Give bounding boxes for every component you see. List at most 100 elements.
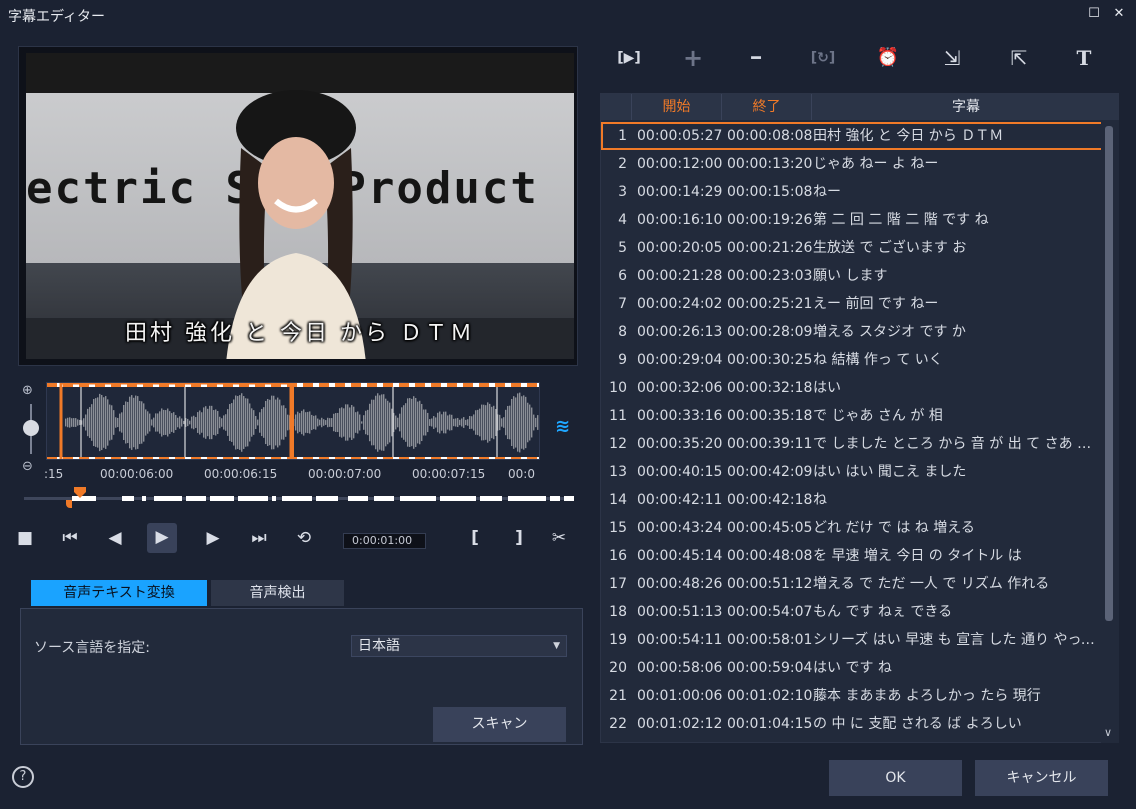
waveform-bar xyxy=(325,420,327,425)
export-subtitle-icon[interactable]: ⇱ xyxy=(1004,44,1034,72)
play-button[interactable]: ▶ xyxy=(147,523,177,553)
text-style-icon[interactable]: T xyxy=(1069,44,1099,72)
table-row[interactable]: 6 00:00:21:28 00:00:23:03 願い します xyxy=(601,262,1104,290)
column-header-end[interactable]: 終了 xyxy=(721,94,811,120)
table-scrollbar-thumb[interactable] xyxy=(1105,126,1113,621)
tab-voice-detection[interactable]: 音声検出 xyxy=(211,580,344,606)
zoom-out-icon[interactable]: ⊖ xyxy=(22,459,33,474)
play-subtitle-icon[interactable]: [▶] xyxy=(614,44,644,72)
close-icon[interactable]: ✕ xyxy=(1112,7,1126,21)
mark-out-button[interactable]: ] xyxy=(505,524,533,552)
table-row[interactable]: 1 00:00:05:27 00:00:08:08 田村 強化 と 今日 から ＤＴＭ xyxy=(601,122,1104,150)
time-sync-icon[interactable]: ⏰ xyxy=(873,44,903,72)
ok-button[interactable]: OK xyxy=(829,760,962,796)
zoom-slider-handle[interactable] xyxy=(23,420,39,436)
waveform-bar xyxy=(345,404,347,441)
row-start-time: 00:00:05:27 xyxy=(637,128,723,144)
timecode-field[interactable]: 0:00:01:00 xyxy=(343,533,426,549)
row-start-time: 00:00:29:04 xyxy=(637,352,723,368)
waveform-bar xyxy=(339,408,341,437)
table-row[interactable]: 13 00:00:40:15 00:00:42:09 はい はい 聞こえ ました xyxy=(601,458,1104,486)
table-row[interactable]: 15 00:00:43:24 00:00:45:05 どれ だけ で は ね 増える xyxy=(601,514,1104,542)
table-row[interactable]: 4 00:00:16:10 00:00:19:26 第 二 回 二 階 二 階 です … xyxy=(601,206,1104,234)
split-scissors-button[interactable]: ✂ xyxy=(545,524,573,552)
audio-waveform-icon[interactable]: ≋ xyxy=(555,416,570,437)
add-subtitle-icon[interactable]: + xyxy=(678,44,708,72)
waveform-bar xyxy=(153,417,155,428)
table-row[interactable]: 21 00:01:00:06 00:01:02:10 藤本 まあまあ よろしかっ たら… xyxy=(601,682,1104,710)
import-subtitle-icon[interactable]: ⇲ xyxy=(937,44,967,72)
table-row[interactable]: 8 00:00:26:13 00:00:28:09 増える スタジオ です か xyxy=(601,318,1104,346)
waveform-bar xyxy=(195,417,197,428)
preview-subtitle-caption: 田村 強化 と 今日 から ＤＴＭ xyxy=(125,321,475,346)
table-row[interactable]: 12 00:00:35:20 00:00:39:11 で しました ところ から 音 … xyxy=(601,430,1104,458)
timeline-tick-label: 00:00:06:00 xyxy=(100,467,174,481)
playhead-marker[interactable] xyxy=(72,487,88,499)
row-end-time: 00:00:35:18 xyxy=(727,408,813,424)
table-scrollbar[interactable]: ∨ xyxy=(1101,120,1119,743)
waveform-bar xyxy=(161,408,163,437)
scroll-down-icon[interactable]: ∨ xyxy=(1104,726,1112,739)
remove-subtitle-icon[interactable]: ━ xyxy=(741,44,771,72)
row-number: 5 xyxy=(618,240,627,256)
cancel-button[interactable]: キャンセル xyxy=(975,760,1108,796)
waveform-bar xyxy=(315,415,317,430)
row-start-time: 00:00:12:00 xyxy=(637,156,723,172)
waveform-bar xyxy=(347,404,349,441)
row-number: 3 xyxy=(618,184,627,200)
table-row[interactable]: 5 00:00:20:05 00:00:21:26 生放送 で ございます お xyxy=(601,234,1104,262)
waveform-bar xyxy=(271,395,273,450)
row-subtitle-text: はい はい 聞こえ ました xyxy=(813,464,967,480)
waveform-bar xyxy=(511,398,513,447)
waveform-bar xyxy=(269,399,271,446)
waveform-bar xyxy=(445,411,447,434)
row-subtitle-text: 増える スタジオ です か xyxy=(813,324,966,340)
maximize-icon[interactable]: ☐ xyxy=(1087,7,1101,21)
table-row[interactable]: 11 00:00:33:16 00:00:35:18 で じゃあ さん が 相 xyxy=(601,402,1104,430)
zoom-in-icon[interactable]: ⊕ xyxy=(22,383,33,398)
table-row[interactable]: 10 00:00:32:06 00:00:32:18 はい xyxy=(601,374,1104,402)
step-forward-button[interactable]: ▶ xyxy=(199,524,227,552)
waveform-bar xyxy=(427,412,429,433)
help-icon[interactable]: ? xyxy=(12,766,34,788)
audio-waveform[interactable] xyxy=(46,382,540,460)
step-back-button[interactable]: ◀ xyxy=(101,524,129,552)
row-end-time: 00:00:48:08 xyxy=(727,548,813,564)
tab-speech-to-text[interactable]: 音声テキスト変換 xyxy=(31,580,207,606)
row-subtitle-text: えー 前回 です ねー xyxy=(813,296,939,312)
scan-button[interactable]: スキャン xyxy=(433,707,566,742)
waveform-bar xyxy=(443,411,445,434)
repeat-button[interactable]: ⟲ xyxy=(290,524,318,552)
table-row[interactable]: 14 00:00:42:11 00:00:42:18 ね xyxy=(601,486,1104,514)
waveform-bar xyxy=(99,393,101,452)
go-to-end-button[interactable]: ⏭ xyxy=(245,524,273,552)
go-to-start-button[interactable]: ⏮ xyxy=(56,524,84,552)
table-row[interactable]: 3 00:00:14:29 00:00:15:08 ねー xyxy=(601,178,1104,206)
table-row[interactable]: 7 00:00:24:02 00:00:25:21 えー 前回 です ねー xyxy=(601,290,1104,318)
waveform-bar xyxy=(95,398,97,447)
waveform-bar xyxy=(355,412,357,433)
table-row[interactable]: 16 00:00:45:14 00:00:48:08 を 早速 増え 今日 の タイト… xyxy=(601,542,1104,570)
stop-button[interactable]: ■ xyxy=(11,524,39,552)
mark-in-button[interactable]: [ xyxy=(461,524,489,552)
merge-subtitles-icon[interactable]: [↻] xyxy=(808,44,838,72)
source-language-select[interactable]: 日本語 ▼ xyxy=(351,635,567,657)
table-row[interactable]: 22 00:01:02:12 00:01:04:15 の 中 に 支配 される ば よ… xyxy=(601,710,1104,738)
waveform-bar xyxy=(503,417,505,428)
column-header-subtitle[interactable]: 字幕 xyxy=(811,94,1118,120)
scrub-track[interactable] xyxy=(24,496,574,501)
table-row[interactable]: 18 00:00:51:13 00:00:54:07 もん です ねぇ できる xyxy=(601,598,1104,626)
table-row[interactable]: 9 00:00:29:04 00:00:30:25 ね 結構 作っ て いく xyxy=(601,346,1104,374)
table-row[interactable]: 2 00:00:12:00 00:00:13:20 じゃあ ねー よ ねー xyxy=(601,150,1104,178)
waveform-bar xyxy=(529,404,531,441)
table-row[interactable]: 19 00:00:54:11 00:00:58:01 シリーズ はい 早速 も 宣言 … xyxy=(601,626,1104,654)
waveform-bar xyxy=(519,392,521,453)
row-number: 15 xyxy=(609,520,627,536)
row-number: 14 xyxy=(609,492,627,508)
table-row[interactable]: 20 00:00:58:06 00:00:59:04 はい です ね xyxy=(601,654,1104,682)
table-row[interactable]: 17 00:00:48:26 00:00:51:12 増える で ただ 一人 で リズ… xyxy=(601,570,1104,598)
column-header-start[interactable]: 開始 xyxy=(631,94,721,120)
waveform-bar xyxy=(473,414,475,431)
row-start-time: 00:00:16:10 xyxy=(637,212,723,228)
waveform-bar xyxy=(295,414,297,431)
